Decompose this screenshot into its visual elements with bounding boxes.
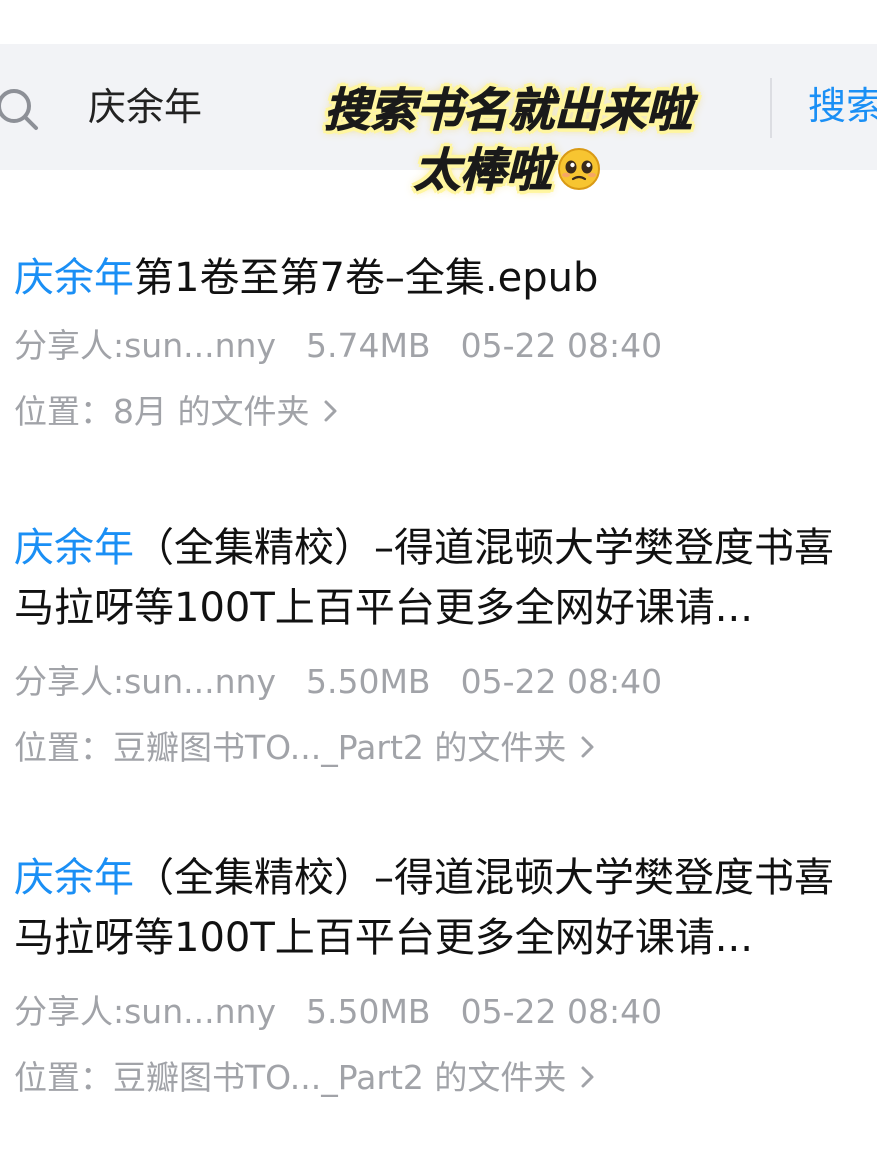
result-meta: 分享人:sun...nny 5.50MB 05-22 08:40 — [14, 660, 864, 704]
result-title[interactable]: 庆余年第1卷至第7卷–全集.epub — [14, 248, 864, 308]
result-meta: 分享人:sun...nny 5.50MB 05-22 08:40 — [14, 990, 864, 1034]
result-item[interactable]: 庆余年（全集精校）–得道混顿大学樊登度书喜马拉呀等100T上百平台更多全网好课请… — [14, 518, 864, 770]
chevron-right-icon — [324, 400, 337, 422]
result-time: 05-22 08:40 — [460, 662, 663, 701]
result-title[interactable]: 庆余年（全集精校）–得道混顿大学樊登度书喜马拉呀等100T上百平台更多全网好课请… — [14, 848, 864, 968]
result-size: 5.50MB — [305, 992, 431, 1031]
caption-line-2: 太棒啦 — [414, 143, 553, 198]
result-location[interactable]: 位置：豆瓣图书TO..._Part2 的文件夹 — [14, 1056, 864, 1100]
result-sharer: 分享人:sun...nny — [14, 326, 276, 365]
search-divider — [770, 78, 772, 138]
result-title-highlight: 庆余年 — [14, 255, 134, 301]
result-location-text: 位置：8月 的文件夹 — [14, 392, 310, 431]
result-location[interactable]: 位置：8月 的文件夹 — [14, 390, 864, 434]
result-title-highlight: 庆余年 — [14, 855, 134, 901]
result-time: 05-22 08:40 — [460, 326, 663, 365]
chevron-right-icon — [581, 1066, 594, 1088]
result-location-text: 位置：豆瓣图书TO..._Part2 的文件夹 — [14, 728, 567, 767]
result-title[interactable]: 庆余年（全集精校）–得道混顿大学樊登度书喜马拉呀等100T上百平台更多全网好课请… — [14, 518, 864, 638]
search-input[interactable]: 庆余年 — [88, 83, 202, 131]
result-title-rest: 第1卷至第7卷–全集.epub — [134, 255, 599, 301]
caption-line-2-wrap: 太棒啦 — [268, 140, 748, 200]
search-icon[interactable] — [0, 86, 40, 132]
result-time: 05-22 08:40 — [460, 992, 663, 1031]
caption-line-1: 搜索书名就出来啦 — [324, 83, 693, 138]
result-size: 5.50MB — [305, 662, 431, 701]
pleading-face-emoji-icon — [558, 148, 600, 190]
result-size: 5.74MB — [305, 326, 431, 365]
search-button[interactable]: 搜索 — [808, 82, 877, 130]
overlay-caption: 搜索书名就出来啦 太棒啦 — [268, 80, 748, 200]
result-title-rest: （全集精校）–得道混顿大学樊登度书喜马拉呀等100T上百平台更多全网好课请... — [14, 855, 834, 961]
result-title-rest: （全集精校）–得道混顿大学樊登度书喜马拉呀等100T上百平台更多全网好课请... — [14, 525, 834, 631]
result-location[interactable]: 位置：豆瓣图书TO..._Part2 的文件夹 — [14, 726, 864, 770]
result-sharer: 分享人:sun...nny — [14, 992, 276, 1031]
chevron-right-icon — [581, 736, 594, 758]
result-item[interactable]: 庆余年（全集精校）–得道混顿大学樊登度书喜马拉呀等100T上百平台更多全网好课请… — [14, 848, 864, 1100]
search-results-page: 庆余年 搜索 搜索书名就出来啦 太棒啦 庆余年第1卷至第7卷–全集.epub 分… — [0, 0, 877, 1170]
result-location-text: 位置：豆瓣图书TO..._Part2 的文件夹 — [14, 1058, 567, 1097]
result-sharer: 分享人:sun...nny — [14, 662, 276, 701]
result-meta: 分享人:sun...nny 5.74MB 05-22 08:40 — [14, 324, 864, 368]
result-item[interactable]: 庆余年第1卷至第7卷–全集.epub 分享人:sun...nny 5.74MB 05… — [14, 248, 864, 434]
result-title-highlight: 庆余年 — [14, 525, 134, 571]
